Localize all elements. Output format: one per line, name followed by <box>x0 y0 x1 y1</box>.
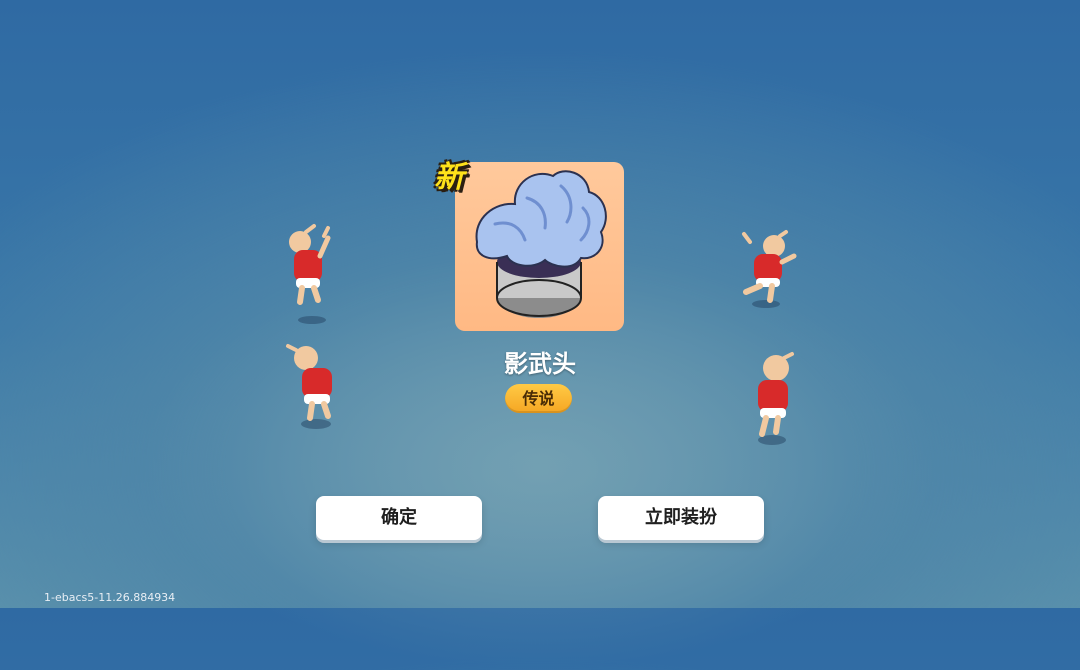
item-name: 影武头 <box>504 350 576 378</box>
new-badge: 新 <box>434 160 464 195</box>
character-top-right <box>740 228 800 316</box>
equip-now-button[interactable]: 立即装扮 <box>598 496 764 540</box>
reward-item-card <box>455 162 624 331</box>
reward-screen: 新 影武头 传说 确定 立即装扮 1-ebacs5-11.26.884934 <box>0 0 1080 670</box>
confirm-button[interactable]: 确定 <box>316 496 482 540</box>
version-label: 1-ebacs5-11.26.884934 <box>44 591 176 604</box>
character-bottom-right <box>748 352 808 452</box>
spiky-blue-hair-helmet-icon <box>475 170 607 318</box>
character-bottom-left <box>284 344 344 440</box>
character-top-left <box>280 224 340 332</box>
rarity-badge: 传说 <box>505 384 572 413</box>
